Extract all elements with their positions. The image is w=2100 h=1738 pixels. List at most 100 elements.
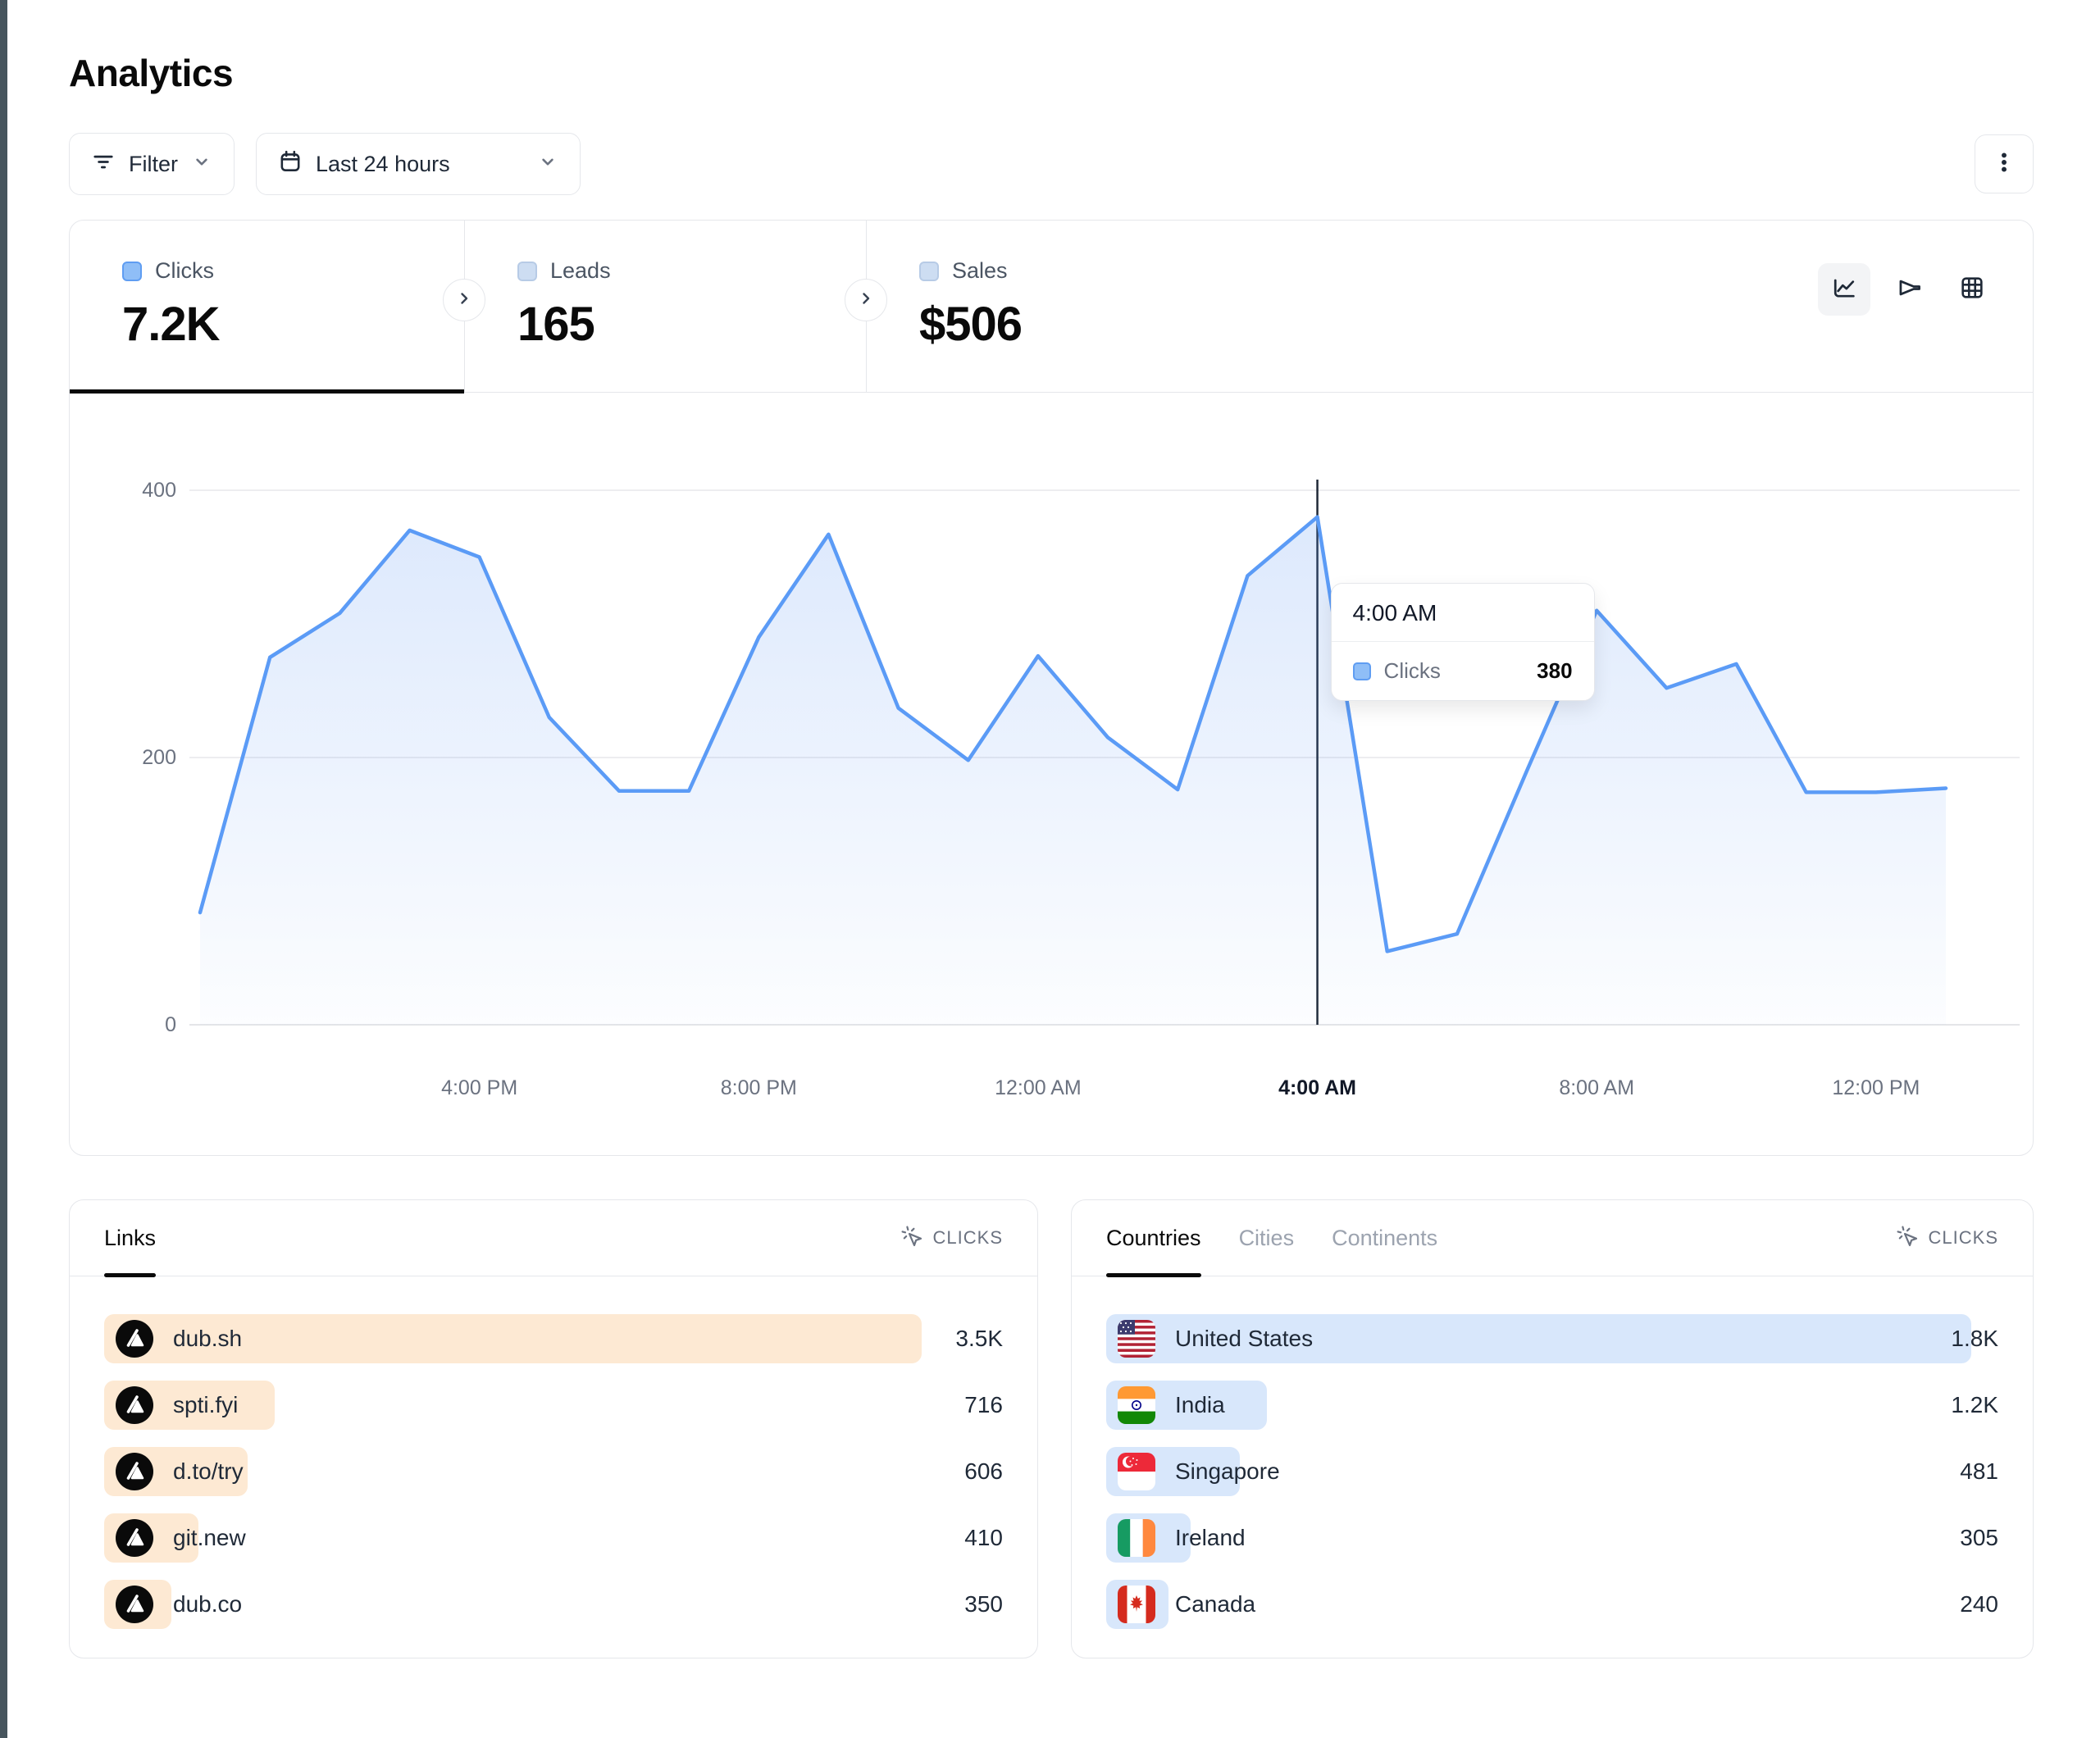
row-value: 481 xyxy=(1960,1458,1998,1485)
links-panel: Links CLICKS dub.sh 3.5K spti.fyi 716 d.… xyxy=(69,1199,1038,1658)
list-item[interactable]: dub.co 350 xyxy=(104,1580,1003,1629)
more-options-button[interactable] xyxy=(1975,134,2034,193)
tab-continents[interactable]: Continents xyxy=(1332,1200,1437,1276)
clicks-tab-label: Clicks xyxy=(155,258,214,284)
chart-area-fill xyxy=(200,517,1946,1025)
x-axis-tick: 4:00 PM xyxy=(441,1076,517,1099)
sales-legend-swatch xyxy=(919,262,939,281)
next-metric-button[interactable] xyxy=(845,279,887,321)
tooltip-series-label: Clicks xyxy=(1384,658,1441,684)
calendar-icon xyxy=(278,149,303,180)
list-item[interactable]: git.new 410 xyxy=(104,1513,1003,1563)
filter-icon xyxy=(91,149,116,180)
tab-countries[interactable]: Countries xyxy=(1106,1200,1201,1276)
analytics-page: Analytics Filter Last 24 hours xyxy=(69,0,2034,1658)
chart-tooltip: 4:00 AM Clicks 380 xyxy=(1331,583,1595,701)
row-value: 1.8K xyxy=(1951,1326,1998,1352)
row-value: 350 xyxy=(964,1591,1003,1617)
countries-metric-label: CLICKS xyxy=(1929,1227,1998,1249)
countries-panel: Countries Cities Continents CLICKS Unite… xyxy=(1071,1199,2034,1658)
links-metric-label: CLICKS xyxy=(933,1227,1003,1249)
x-axis-tick: 4:00 AM xyxy=(1278,1076,1356,1099)
funnel-view-button[interactable] xyxy=(1882,263,1934,316)
continents-tab-label: Continents xyxy=(1332,1226,1437,1251)
leads-legend-swatch xyxy=(517,262,537,281)
tab-links[interactable]: Links xyxy=(104,1200,156,1276)
cities-tab-label: Cities xyxy=(1239,1226,1295,1251)
tab-clicks[interactable]: Clicks 7.2K xyxy=(70,221,464,392)
row-name: dub.co xyxy=(173,1591,242,1617)
chevron-down-icon xyxy=(537,151,558,178)
chevron-down-icon xyxy=(191,151,212,178)
date-range-label: Last 24 hours xyxy=(316,152,450,177)
tab-sales[interactable]: Sales $506 xyxy=(866,221,1292,392)
leads-value: 165 xyxy=(517,297,866,352)
links-metric[interactable]: CLICKS xyxy=(900,1200,1003,1276)
tooltip-time: 4:00 AM xyxy=(1332,584,1594,642)
dub-logo-avatar xyxy=(116,1320,153,1358)
filter-button-label: Filter xyxy=(129,152,178,177)
list-item[interactable]: Canada 240 xyxy=(1106,1580,1998,1629)
line-chart-view-button[interactable] xyxy=(1818,263,1870,316)
x-axis-tick: 8:00 PM xyxy=(721,1076,797,1099)
list-item[interactable]: United States 1.8K xyxy=(1106,1314,1998,1363)
row-value: 3.5K xyxy=(955,1326,1003,1352)
row-value: 410 xyxy=(964,1525,1003,1551)
list-item[interactable]: d.to/try 606 xyxy=(104,1447,1003,1496)
links-tab-label: Links xyxy=(104,1226,156,1251)
list-item[interactable]: Ireland 305 xyxy=(1106,1513,1998,1563)
analytics-card: Clicks 7.2K Leads 165 Sales $506 xyxy=(69,220,2034,1156)
tab-cities[interactable]: Cities xyxy=(1239,1200,1295,1276)
clicks-area-chart[interactable]: 02004004:00 PM8:00 PM12:00 AM4:00 AM8:00… xyxy=(70,393,2033,1154)
countries-tab-label: Countries xyxy=(1106,1226,1201,1251)
row-name: git.new xyxy=(173,1525,246,1551)
sales-value: $506 xyxy=(919,297,1292,352)
y-axis-tick: 400 xyxy=(142,479,176,502)
tooltip-value: 380 xyxy=(1537,658,1572,684)
sg-flag-icon xyxy=(1118,1453,1155,1490)
page-title: Analytics xyxy=(69,51,2034,95)
left-accent-strip xyxy=(0,0,7,1738)
next-metric-button[interactable] xyxy=(443,279,485,321)
clicks-value: 7.2K xyxy=(122,297,464,352)
table-view-button[interactable] xyxy=(1946,263,1998,316)
ca-flag-icon xyxy=(1118,1586,1155,1623)
dub-logo-avatar xyxy=(116,1453,153,1490)
clicks-legend-swatch xyxy=(122,262,142,281)
date-range-button[interactable]: Last 24 hours xyxy=(256,133,581,195)
y-axis-tick: 200 xyxy=(142,746,176,769)
tooltip-legend-swatch xyxy=(1353,662,1371,680)
leads-tab-label: Leads xyxy=(550,258,611,284)
funnel-icon xyxy=(1894,274,1922,306)
us-flag-icon xyxy=(1118,1320,1155,1358)
countries-metric[interactable]: CLICKS xyxy=(1896,1200,1998,1276)
list-item[interactable]: Singapore 481 xyxy=(1106,1447,1998,1496)
ie-flag-icon xyxy=(1118,1519,1155,1557)
row-value: 1.2K xyxy=(1951,1392,1998,1418)
filter-button[interactable]: Filter xyxy=(69,133,235,195)
stats-tabs: Clicks 7.2K Leads 165 Sales $506 xyxy=(70,221,2033,393)
dub-logo-avatar xyxy=(116,1519,153,1557)
list-item[interactable]: India 1.2K xyxy=(1106,1381,1998,1430)
tab-leads[interactable]: Leads 165 xyxy=(464,221,866,392)
line-chart-icon xyxy=(1830,274,1858,306)
list-item[interactable]: dub.sh 3.5K xyxy=(104,1314,1003,1363)
x-axis-tick: 12:00 AM xyxy=(995,1076,1082,1099)
row-name: d.to/try xyxy=(173,1458,244,1485)
row-name: dub.sh xyxy=(173,1326,242,1352)
row-name: spti.fyi xyxy=(173,1392,238,1418)
list-item[interactable]: spti.fyi 716 xyxy=(104,1381,1003,1430)
x-axis-tick: 12:00 PM xyxy=(1832,1076,1920,1099)
row-value: 606 xyxy=(964,1458,1003,1485)
cursor-click-icon xyxy=(900,1225,923,1252)
row-value: 305 xyxy=(1960,1525,1998,1551)
dub-logo-avatar xyxy=(116,1586,153,1623)
row-name: Canada xyxy=(1175,1591,1255,1617)
chevron-right-icon xyxy=(453,288,475,313)
in-flag-icon xyxy=(1118,1386,1155,1424)
dub-logo-avatar xyxy=(116,1386,153,1424)
row-value: 716 xyxy=(964,1392,1003,1418)
chart-view-toggles xyxy=(1818,263,1998,316)
grid-table-icon xyxy=(1958,274,1986,306)
row-name: Ireland xyxy=(1175,1525,1246,1551)
